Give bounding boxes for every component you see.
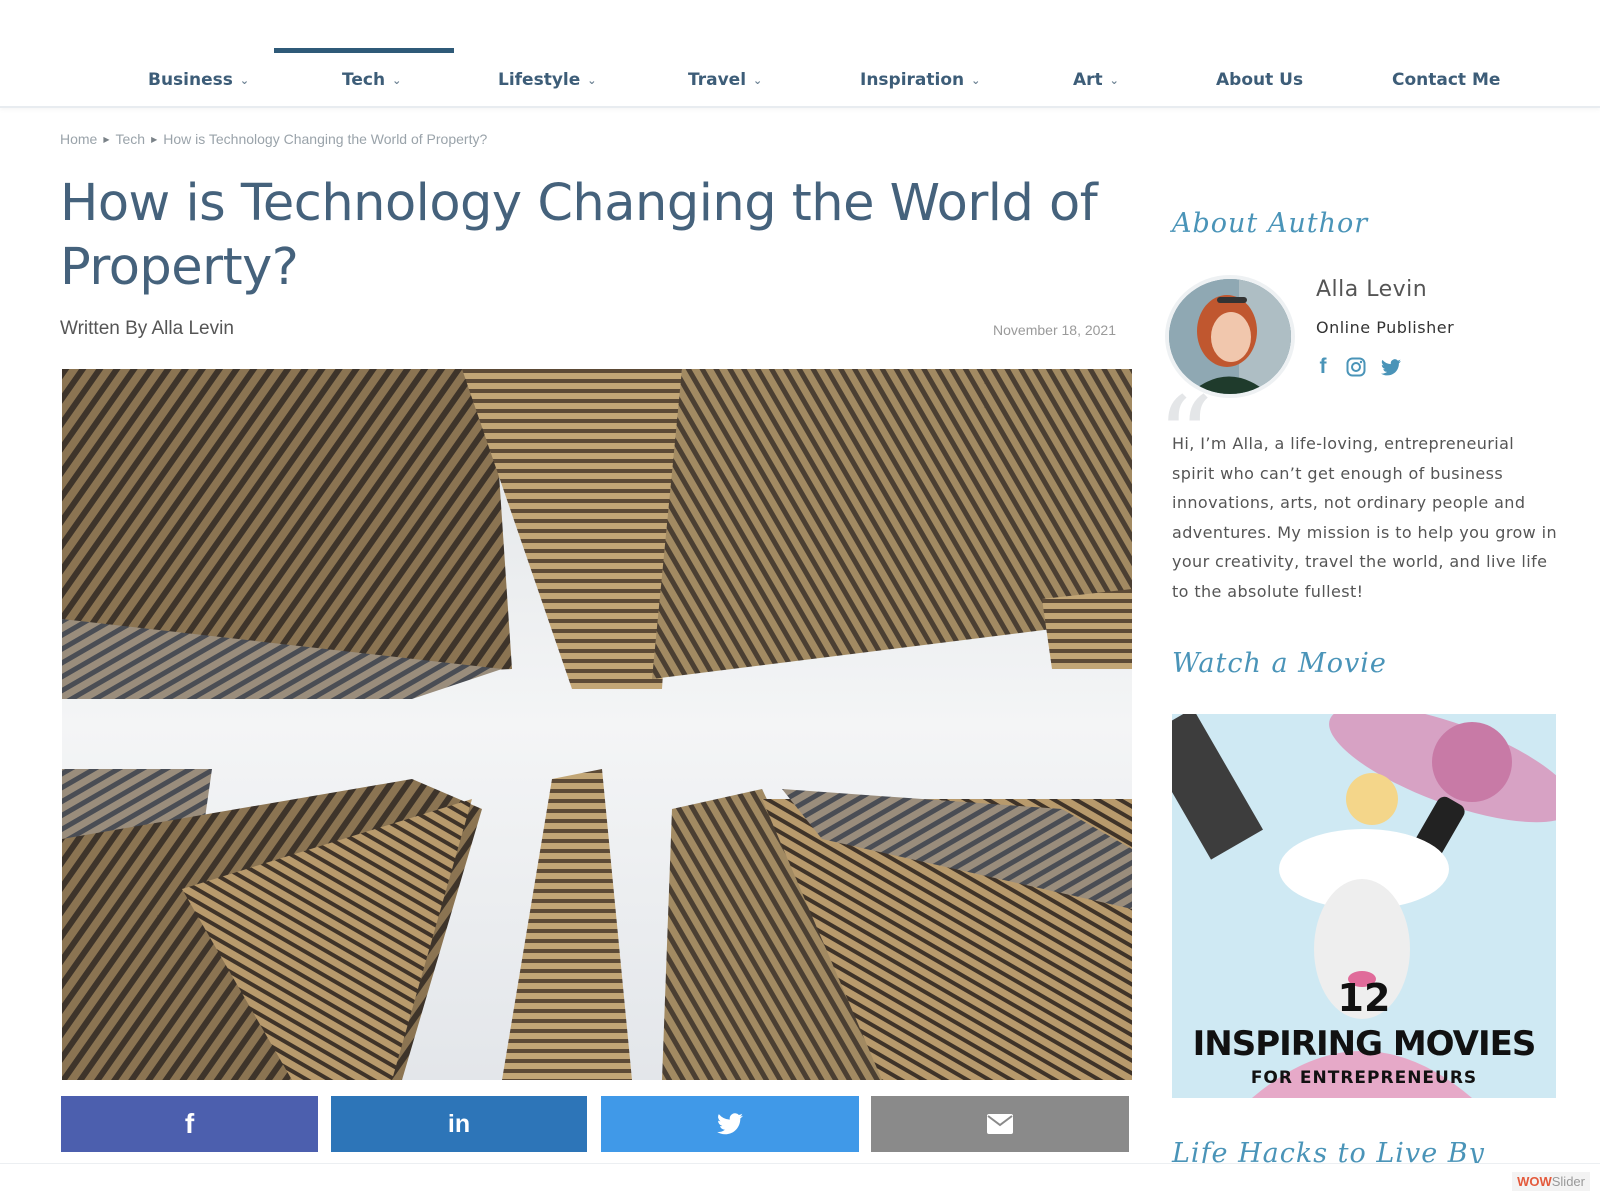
facebook-icon: f bbox=[184, 1108, 195, 1139]
about-author-title: About Author bbox=[1172, 208, 1369, 239]
breadcrumb-separator-icon: ▶ bbox=[103, 134, 110, 144]
watch-movie-title: Watch a Movie bbox=[1172, 648, 1387, 679]
chevron-down-icon: ⌄ bbox=[239, 73, 250, 87]
nav-item-inspiration[interactable]: Inspiration ⌄ bbox=[860, 60, 980, 100]
nav-item-art[interactable]: Art ⌄ bbox=[1073, 60, 1119, 100]
breadcrumb: Home ▶ Tech ▶ How is Technology Changing… bbox=[60, 131, 487, 147]
nav-label: Business bbox=[148, 70, 233, 90]
chevron-down-icon: ⌄ bbox=[1109, 73, 1119, 87]
breadcrumb-current: How is Technology Changing the World of … bbox=[163, 131, 488, 147]
wowslider-badge[interactable]: WOWSlider bbox=[1512, 1172, 1590, 1191]
movie-ad-number: 12 bbox=[1337, 976, 1391, 1020]
nav-item-about-us[interactable]: About Us bbox=[1216, 60, 1303, 100]
breadcrumb-separator-icon: ▶ bbox=[151, 134, 158, 144]
linkedin-icon: in bbox=[447, 1109, 471, 1138]
movie-ad-headline: INSPIRING MOVIES bbox=[1192, 1024, 1537, 1064]
chevron-down-icon: ⌄ bbox=[753, 73, 763, 87]
page-bottom-edge bbox=[0, 1163, 1600, 1200]
twitter-icon bbox=[717, 1113, 743, 1135]
nav-item-tech[interactable]: Tech ⌄ bbox=[342, 60, 401, 100]
hero-image bbox=[62, 369, 1132, 1080]
email-icon bbox=[987, 1114, 1013, 1134]
nav-label: Contact Me bbox=[1392, 70, 1501, 90]
author-name: Alla Levin bbox=[1316, 277, 1428, 302]
nav-item-contact-me[interactable]: Contact Me bbox=[1392, 60, 1500, 100]
nav-item-business[interactable]: Business ⌄ bbox=[148, 60, 249, 100]
post-byline: Written By Alla Levin bbox=[60, 318, 234, 339]
active-nav-indicator bbox=[274, 48, 454, 53]
author-instagram-link[interactable] bbox=[1343, 354, 1369, 380]
nav-item-lifestyle[interactable]: Lifestyle ⌄ bbox=[498, 60, 597, 100]
wowslider-text-b: Slider bbox=[1551, 1174, 1585, 1189]
nav-label: Tech bbox=[342, 70, 386, 90]
movie-ad-subline: FOR ENTREPRENEURS bbox=[1250, 1068, 1478, 1088]
author-twitter-link[interactable] bbox=[1378, 354, 1404, 380]
nav-item-travel[interactable]: Travel ⌄ bbox=[688, 60, 762, 100]
breadcrumb-category[interactable]: Tech bbox=[116, 131, 146, 147]
share-linkedin-button[interactable]: in bbox=[331, 1096, 587, 1152]
chevron-down-icon: ⌄ bbox=[392, 73, 402, 87]
nav-label: Travel bbox=[688, 70, 747, 90]
post-title: How is Technology Changing the World of … bbox=[60, 174, 1098, 297]
post-date: November 18, 2021 bbox=[993, 322, 1116, 338]
skyscrapers-photo bbox=[62, 369, 1132, 1080]
author-bio: Hi, I’m Alla, a life-loving, entrepreneu… bbox=[1172, 434, 1558, 601]
chevron-down-icon: ⌄ bbox=[587, 73, 597, 87]
nav-label: About Us bbox=[1216, 70, 1304, 90]
twitter-icon bbox=[1381, 358, 1401, 375]
author-facebook-link[interactable]: f bbox=[1310, 354, 1336, 380]
author-role: Online Publisher bbox=[1316, 318, 1455, 337]
movie-ad-banner[interactable]: 12 INSPIRING MOVIES FOR ENTREPRENEURS bbox=[1172, 714, 1556, 1098]
chevron-down-icon: ⌄ bbox=[971, 73, 981, 87]
share-twitter-button[interactable] bbox=[601, 1096, 859, 1152]
nav-label: Inspiration bbox=[860, 70, 965, 90]
wowslider-text-a: WOW bbox=[1517, 1174, 1552, 1189]
breadcrumb-home[interactable]: Home bbox=[60, 131, 97, 147]
top-navigation: Business ⌄ Tech ⌄ Lifestyle ⌄ Travel ⌄ Inspi… bbox=[0, 0, 1600, 108]
share-email-button[interactable] bbox=[871, 1096, 1129, 1152]
nav-label: Art bbox=[1073, 70, 1103, 90]
share-facebook-button[interactable]: f bbox=[61, 1096, 318, 1152]
facebook-icon: f bbox=[1319, 355, 1327, 378]
instagram-icon bbox=[1346, 357, 1366, 377]
nav-label: Lifestyle bbox=[498, 70, 581, 90]
